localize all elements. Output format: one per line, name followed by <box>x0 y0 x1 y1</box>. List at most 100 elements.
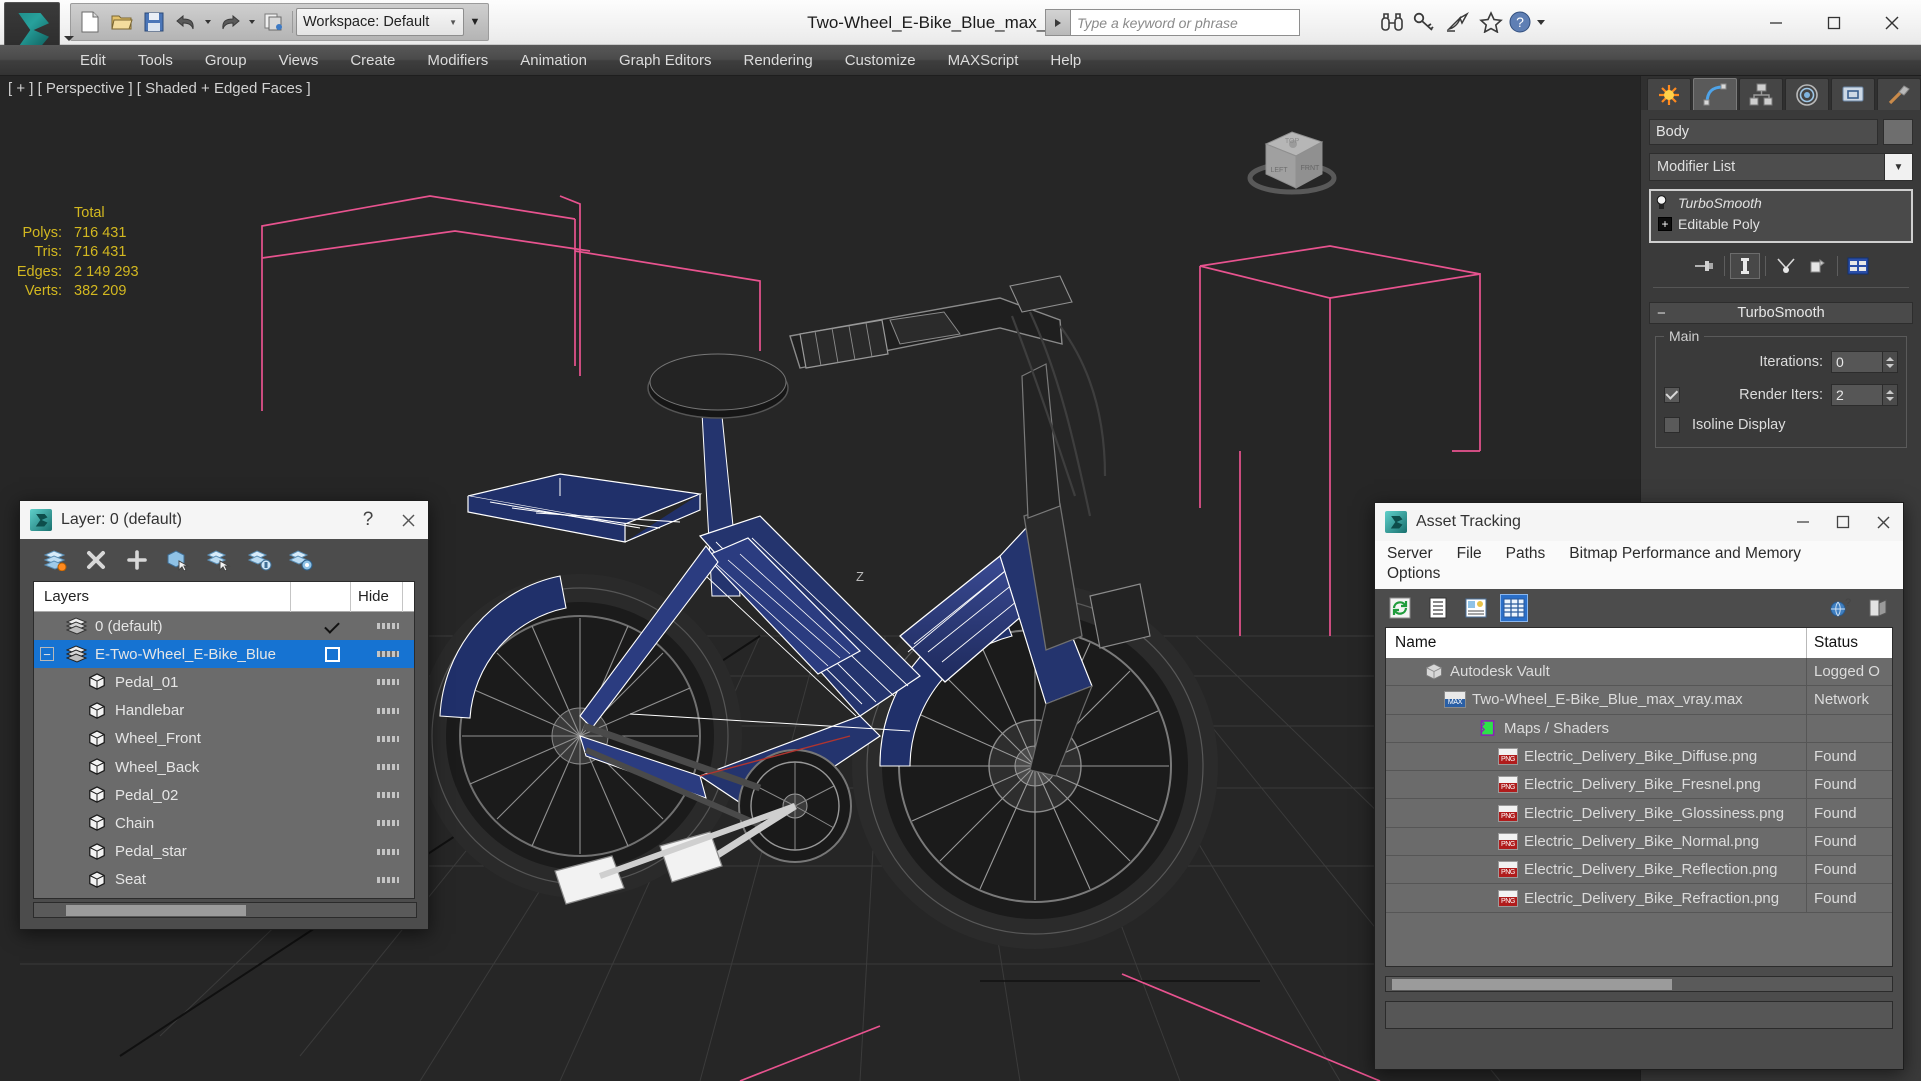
menu-item-tools[interactable]: Tools <box>122 45 189 76</box>
asset-row-fresnel[interactable]: Electric_Delivery_Bike_Fresnel.png Found <box>1386 771 1892 800</box>
close-button[interactable] <box>1863 0 1921 45</box>
maximize-button[interactable] <box>1805 0 1863 45</box>
asset-close-button[interactable] <box>1863 503 1903 541</box>
search-dropdown-icon[interactable] <box>1045 9 1070 36</box>
asset-maximize-button[interactable] <box>1823 503 1863 541</box>
asset-menu-paths[interactable]: Paths <box>1506 545 1546 563</box>
redo-icon[interactable] <box>215 7 245 37</box>
asset-table[interactable]: Name Status Autodesk Vault Logged O Two-… <box>1385 627 1893 967</box>
layer-dialog-titlebar[interactable]: Layer: 0 (default) ? <box>20 501 428 539</box>
layer-row-handlebar[interactable]: Handlebar <box>34 697 414 725</box>
undo-icon[interactable] <box>171 7 201 37</box>
layer-row-wheel-back[interactable]: Wheel_Back <box>34 753 414 781</box>
add-selection-icon[interactable] <box>124 547 150 573</box>
help-icon[interactable]: ? <box>1505 8 1535 36</box>
remove-modifier-icon[interactable] <box>1802 253 1832 279</box>
layer-row-ebike[interactable]: − E-Two-Wheel_E-Bike_Blue <box>34 640 414 669</box>
asset-menu-server[interactable]: Server <box>1387 545 1433 563</box>
iterations-input[interactable] <box>1831 351 1883 373</box>
project-folder-icon[interactable] <box>259 7 289 37</box>
viewport-label[interactable]: [ + ] [ Perspective ] [ Shaded + Edged F… <box>8 80 311 97</box>
menu-item-rendering[interactable]: Rendering <box>727 45 828 76</box>
modify-tab[interactable] <box>1693 78 1737 110</box>
workspace-expand-icon[interactable]: ▼ <box>466 8 484 36</box>
asset-menu-bitmap-performance[interactable]: Bitmap Performance and Memory <box>1569 545 1801 563</box>
menu-item-animation[interactable]: Animation <box>504 45 603 76</box>
asset-row-normal[interactable]: Electric_Delivery_Bike_Normal.png Found <box>1386 827 1892 857</box>
set-current-layer-icon[interactable] <box>247 547 273 573</box>
render-iters-spinner[interactable] <box>1831 384 1898 406</box>
layer-hide-toggle[interactable] <box>362 876 414 883</box>
layer-hide-toggle[interactable] <box>362 651 414 658</box>
binoculars-icon[interactable] <box>1378 8 1406 36</box>
save-file-icon[interactable] <box>139 7 169 37</box>
layer-hide-toggle[interactable] <box>362 764 414 771</box>
search-input[interactable] <box>1070 9 1300 36</box>
layer-row-chain[interactable]: Chain <box>34 809 414 837</box>
grid-view-icon[interactable] <box>1500 594 1528 622</box>
layer-properties-icon[interactable] <box>288 547 314 573</box>
asset-row-reflection[interactable]: Electric_Delivery_Bike_Reflection.png Fo… <box>1386 856 1892 885</box>
hierarchy-tab[interactable] <box>1739 78 1783 110</box>
render-iters-spin-arrows[interactable] <box>1883 384 1898 406</box>
modifier-stack-item-editable-poly[interactable]: + Editable Poly <box>1652 213 1910 234</box>
open-file-icon[interactable] <box>107 7 137 37</box>
asset-row-refraction[interactable]: Electric_Delivery_Bike_Refraction.png Fo… <box>1386 884 1892 913</box>
layer-hide-toggle[interactable] <box>362 707 414 714</box>
layer-hide-toggle[interactable] <box>362 848 414 855</box>
layer-row-pedal-star[interactable]: Pedal_star <box>34 838 414 866</box>
menu-item-views[interactable]: Views <box>263 45 335 76</box>
layer-row-pedal02[interactable]: Pedal_02 <box>34 781 414 809</box>
layer-hide-toggle[interactable] <box>362 820 414 827</box>
asset-menu-file[interactable]: File <box>1457 545 1482 563</box>
render-iters-checkbox[interactable] <box>1664 387 1680 403</box>
key-icon[interactable] <box>1411 8 1439 36</box>
menu-item-help[interactable]: Help <box>1034 45 1097 76</box>
iterations-spin-arrows[interactable] <box>1883 351 1898 373</box>
select-objects-in-layer-icon[interactable] <box>165 547 191 573</box>
asset-row-maps-shaders[interactable]: Maps / Shaders <box>1386 714 1892 743</box>
scrollbar-thumb[interactable] <box>66 905 246 916</box>
menu-item-modifiers[interactable]: Modifiers <box>411 45 504 76</box>
layer-close-button[interactable] <box>388 501 428 539</box>
layer-list[interactable]: Layers Hide 0 (default) − E-Two-Wheel_E-… <box>33 581 415 899</box>
modifier-stack-item-turbosmooth[interactable]: TurboSmooth <box>1652 192 1910 213</box>
object-name-field[interactable]: Body <box>1649 119 1878 145</box>
list-view-icon[interactable] <box>1425 595 1451 621</box>
menu-item-graph-editors[interactable]: Graph Editors <box>603 45 728 76</box>
about-icon[interactable] <box>1865 595 1891 621</box>
show-end-result-icon[interactable] <box>1730 253 1760 279</box>
menu-item-create[interactable]: Create <box>334 45 411 76</box>
utilities-tab[interactable] <box>1877 78 1921 110</box>
help-globe-icon[interactable]: ? <box>1827 595 1853 621</box>
menu-item-edit[interactable]: Edit <box>64 45 122 76</box>
scrollbar-thumb[interactable] <box>1392 979 1672 990</box>
asset-dialog-titlebar[interactable]: Asset Tracking <box>1375 503 1903 541</box>
layer-current-marker[interactable] <box>302 646 362 662</box>
help-dropdown-icon[interactable] <box>1535 8 1547 36</box>
configure-modifier-sets-icon[interactable] <box>1843 253 1873 279</box>
layer-row-seat[interactable]: Seat <box>34 866 414 894</box>
delete-layer-icon[interactable] <box>83 547 109 573</box>
asset-row-vault[interactable]: Autodesk Vault Logged O <box>1386 658 1892 687</box>
layer-help-button[interactable]: ? <box>348 501 388 539</box>
motion-tab[interactable] <box>1785 78 1829 110</box>
layer-hide-toggle[interactable] <box>362 792 414 799</box>
rollout-header-turbosmooth[interactable]: − TurboSmooth <box>1649 302 1913 324</box>
menu-item-customize[interactable]: Customize <box>829 45 932 76</box>
modifier-list-dropdown[interactable]: Modifier List ▼ <box>1649 153 1913 181</box>
create-tab[interactable] <box>1647 78 1691 110</box>
asset-row-diffuse[interactable]: Electric_Delivery_Bike_Diffuse.png Found <box>1386 742 1892 772</box>
viewcube[interactable]: TOP LEFT FRNT <box>1246 116 1342 200</box>
iterations-spinner[interactable] <box>1831 351 1898 373</box>
layer-hide-toggle[interactable] <box>362 679 414 686</box>
layer-row-pedal01[interactable]: Pedal_01 <box>34 668 414 696</box>
pin-stack-icon[interactable] <box>1689 253 1719 279</box>
asset-row-glossiness[interactable]: Electric_Delivery_Bike_Glossiness.png Fo… <box>1386 799 1892 828</box>
layer-current-marker[interactable] <box>302 618 362 634</box>
layer-hide-toggle[interactable] <box>362 623 414 630</box>
render-iters-input[interactable] <box>1831 384 1883 406</box>
satellite-dish-icon[interactable] <box>1444 8 1472 36</box>
asset-minimize-button[interactable] <box>1783 503 1823 541</box>
layer-row-wheel-front[interactable]: Wheel_Front <box>34 725 414 753</box>
